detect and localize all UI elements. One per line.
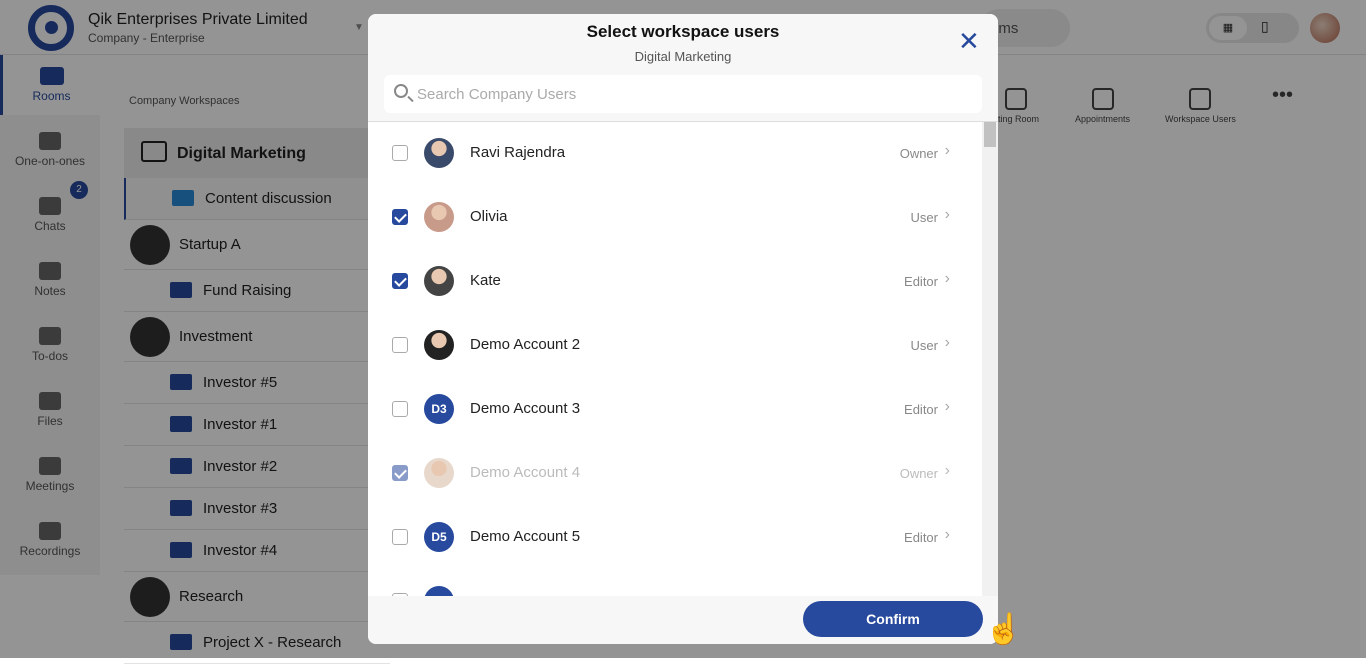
user-row[interactable] — [368, 570, 982, 596]
user-role[interactable]: Owner — [900, 146, 938, 161]
user-checkbox[interactable] — [392, 465, 408, 481]
user-name: Olivia — [470, 208, 508, 225]
search-input[interactable] — [417, 75, 977, 113]
user-checkbox[interactable] — [392, 337, 408, 353]
user-row[interactable]: Kate Editor › — [368, 250, 982, 314]
user-role[interactable]: User — [911, 338, 938, 353]
chevron-right-icon[interactable]: › — [945, 142, 950, 160]
user-checkbox[interactable] — [392, 209, 408, 225]
user-role[interactable]: Editor — [904, 402, 938, 417]
hand-cursor-icon: ☝ — [985, 613, 1023, 646]
confirm-button[interactable]: Confirm — [803, 601, 983, 637]
avatar — [424, 330, 454, 360]
avatar — [424, 266, 454, 296]
avatar — [424, 138, 454, 168]
chevron-right-icon[interactable]: › — [945, 398, 950, 416]
modal-subtitle: Digital Marketing — [634, 49, 732, 64]
user-name: Ravi Rajendra — [470, 144, 566, 161]
user-name: Demo Account 3 — [470, 400, 581, 417]
modal-title: Select workspace users — [586, 22, 780, 41]
user-row[interactable]: Ravi Rajendra Owner › — [368, 122, 982, 186]
user-role[interactable]: Owner — [900, 466, 938, 481]
chevron-right-icon[interactable]: › — [945, 462, 950, 480]
user-row[interactable]: D5 Demo Account 5 Editor › — [368, 506, 982, 570]
avatar — [424, 202, 454, 232]
chevron-right-icon[interactable]: › — [945, 334, 950, 352]
search-icon — [394, 84, 408, 98]
user-checkbox[interactable] — [392, 273, 408, 289]
close-icon[interactable]: ✕ — [958, 28, 980, 54]
user-checkbox[interactable] — [392, 145, 408, 161]
modal-header: Select workspace users Digital Marketing… — [368, 14, 998, 122]
user-row[interactable]: D3 Demo Account 3 Editor › — [368, 378, 982, 442]
user-name: Demo Account 4 — [470, 464, 581, 481]
avatar — [424, 458, 454, 488]
user-checkbox[interactable] — [392, 529, 408, 545]
user-name: Kate — [470, 272, 501, 289]
user-role[interactable]: User — [911, 210, 938, 225]
search-box — [384, 75, 982, 113]
user-list: Ravi Rajendra Owner › Olivia User › Kate Editor… — [368, 122, 982, 596]
avatar — [424, 586, 454, 596]
select-users-modal: Select workspace users Digital Marketing… — [368, 14, 998, 644]
avatar: D3 — [424, 394, 454, 424]
user-role[interactable]: Editor — [904, 530, 938, 545]
chevron-right-icon[interactable]: › — [945, 270, 950, 288]
modal-footer: Confirm — [368, 596, 998, 644]
user-role[interactable]: Editor — [904, 274, 938, 289]
user-row[interactable]: Demo Account 2 User › — [368, 314, 982, 378]
user-name: Demo Account 5 — [470, 528, 581, 545]
scrollbar[interactable] — [982, 122, 998, 596]
user-name: Demo Account 2 — [470, 336, 581, 353]
user-row[interactable]: Olivia User › — [368, 186, 982, 250]
user-checkbox[interactable] — [392, 401, 408, 417]
scrollbar-thumb[interactable] — [984, 122, 996, 147]
chevron-right-icon[interactable]: › — [945, 526, 950, 544]
avatar: D5 — [424, 522, 454, 552]
chevron-right-icon[interactable]: › — [945, 206, 950, 224]
user-row[interactable]: Demo Account 4 Owner › — [368, 442, 982, 506]
